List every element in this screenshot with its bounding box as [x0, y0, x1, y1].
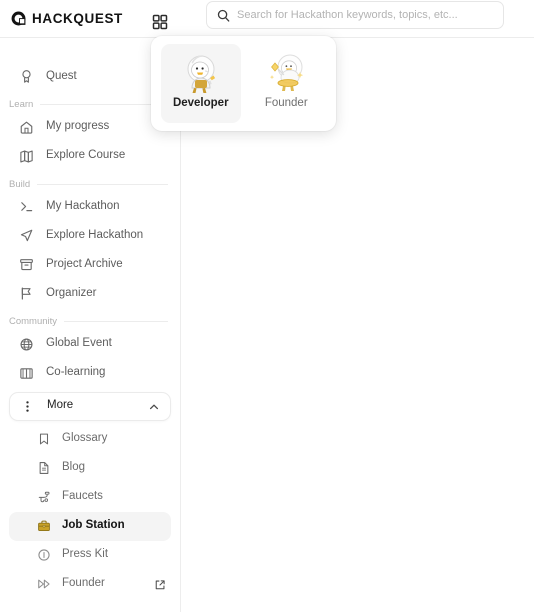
sidebar-item-label: Blog: [62, 461, 86, 474]
brand-logo[interactable]: HACKQUEST: [11, 11, 123, 26]
section-divider: [40, 104, 168, 106]
sidebar-item-job-station[interactable]: Job Station: [9, 511, 171, 541]
map-icon: [19, 149, 34, 164]
sidebar-item-label: Global Event: [46, 337, 112, 350]
sidebar-section-learn: Learn: [9, 100, 168, 110]
sidebar-item-label: Founder: [62, 577, 105, 590]
sidebar-item-label: Project Archive: [46, 257, 123, 270]
role-selector-popover: Developer Founder: [151, 36, 336, 131]
apps-grid-icon[interactable]: [152, 14, 168, 30]
sidebar-item-label: Faucets: [62, 490, 103, 503]
sidebar-item-my-hackathon[interactable]: My Hackathon: [9, 192, 171, 221]
section-divider: [64, 321, 168, 323]
hackquest-logo-icon: [11, 11, 26, 26]
sidebar-item-blog[interactable]: Blog: [9, 454, 171, 483]
app-header: HACKQUEST: [0, 0, 534, 38]
sidebar-item-label: Job Station: [62, 519, 125, 532]
astronaut-duck-developer-icon: [174, 50, 228, 96]
section-divider: [37, 183, 168, 185]
sidebar-item-organizer[interactable]: Organizer: [9, 279, 171, 308]
sidebar-item-label: Co-learning: [46, 366, 106, 379]
sidebar-item-label: Glossary: [62, 432, 108, 445]
flag-icon: [19, 286, 34, 301]
sidebar-item-label: My progress: [46, 120, 110, 133]
sidebar-item-press-kit[interactable]: Press Kit: [9, 541, 171, 570]
home-icon: [19, 120, 34, 135]
sidebar-item-label: My Hackathon: [46, 199, 120, 212]
section-label: Community: [9, 316, 58, 327]
sidebar-section-build: Build: [9, 178, 168, 190]
sidebar-section-community: Community: [9, 317, 168, 327]
app-root: HACKQUEST Search for Hackathon keywords,…: [0, 0, 534, 612]
sidebar-item-label: Quest: [46, 69, 77, 82]
award-medal-icon: [19, 69, 34, 84]
faucet-icon: [37, 490, 51, 504]
role-option-label: Founder: [264, 97, 308, 109]
section-label: Build: [9, 178, 31, 190]
vertical-dots-icon: [20, 399, 35, 414]
document-icon: [37, 461, 51, 475]
sidebar-item-my-progress[interactable]: My progress: [9, 113, 171, 142]
section-label: Learn: [9, 99, 34, 110]
sidebar-more-toggle[interactable]: More: [9, 391, 171, 421]
sidebar-item-explore-course[interactable]: Explore Course: [9, 142, 171, 171]
sidebar-more-label: More: [47, 399, 74, 412]
sidebar-item-label: Explore Course: [46, 149, 126, 162]
search-bar[interactable]: [206, 1, 504, 29]
globe-icon: [19, 337, 34, 352]
open-book-icon: [19, 366, 34, 381]
terminal-icon: [19, 199, 34, 214]
navigation-arrow-icon: [19, 228, 34, 243]
sidebar-item-project-archive[interactable]: Project Archive: [9, 250, 171, 279]
sidebar-item-faucets[interactable]: Faucets: [9, 483, 171, 512]
bookmark-icon: [37, 432, 51, 446]
external-link-icon[interactable]: [154, 578, 166, 590]
role-option-label: Developer: [172, 97, 229, 109]
sidebar-item-explore-hackathon[interactable]: Explore Hackathon: [9, 221, 171, 250]
info-circle-icon: [37, 548, 51, 562]
chevron-up-icon: [148, 400, 160, 412]
brand-logo-text: HACKQUEST: [32, 10, 123, 26]
sidebar-item-co-learning[interactable]: Co-learning: [9, 359, 171, 388]
search-icon: [217, 9, 230, 22]
sidebar-item-glossary[interactable]: Glossary: [9, 425, 171, 454]
role-option-founder[interactable]: Founder: [246, 44, 326, 123]
fast-forward-icon: [37, 577, 51, 591]
archive-box-icon: [19, 257, 34, 272]
role-option-developer[interactable]: Developer: [161, 44, 241, 123]
astronaut-duck-founder-icon: [259, 50, 313, 96]
sidebar-item-label: Explore Hackathon: [46, 228, 144, 241]
sidebar-item-founder[interactable]: Founder: [9, 570, 171, 599]
search-input[interactable]: [237, 9, 493, 21]
sidebar-item-quest[interactable]: Quest: [9, 62, 171, 91]
sidebar-item-label: Organizer: [46, 286, 97, 299]
sidebar-item-global-event[interactable]: Global Event: [9, 330, 171, 359]
sidebar-item-label: Press Kit: [62, 548, 109, 561]
briefcase-icon: [37, 519, 51, 533]
